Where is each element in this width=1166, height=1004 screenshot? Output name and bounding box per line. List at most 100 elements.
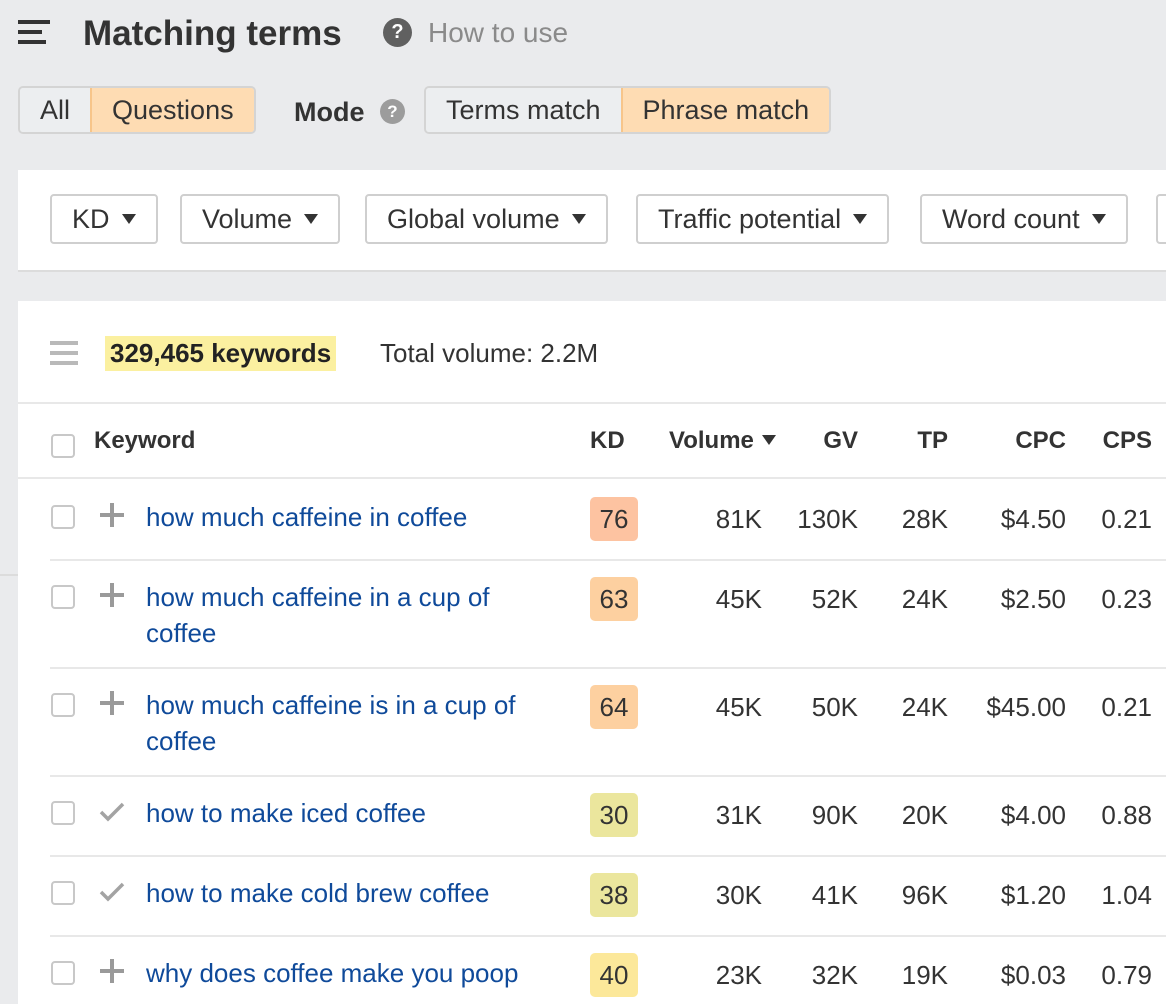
tab-phrase-match[interactable]: Phrase match — [620, 88, 830, 132]
filter-label: Volume — [202, 204, 293, 234]
keyword-link[interactable]: how to make cold brew coffee — [146, 875, 566, 911]
plus-icon[interactable] — [100, 583, 124, 607]
total-volume: Total volume: 2.2M — [380, 338, 599, 368]
cps-cell: 0.88 — [1101, 800, 1152, 830]
caret-down-icon — [1091, 213, 1106, 224]
row-divider — [50, 667, 1166, 669]
filter-traffic-potential[interactable]: Traffic potential — [636, 194, 890, 244]
page-title: Matching terms — [83, 14, 342, 53]
gv-cell: 52K — [811, 584, 858, 614]
cpc-cell: $1.20 — [1000, 880, 1066, 910]
column-header-cps[interactable]: CPS — [1088, 426, 1152, 456]
tp-cell: 96K — [901, 880, 948, 910]
cps-cell: 1.04 — [1101, 880, 1152, 910]
cpc-cell: $0.03 — [1000, 960, 1066, 990]
cps-cell: 0.21 — [1101, 692, 1152, 722]
column-header-tp[interactable]: TP — [888, 426, 948, 456]
volume-cell: 30K — [715, 880, 762, 910]
filter-global-volume[interactable]: Global volume — [365, 194, 608, 244]
how-to-use-link[interactable]: How to use — [428, 14, 568, 52]
volume-cell: 81K — [715, 504, 762, 534]
mode-help-icon[interactable]: ? — [380, 99, 405, 124]
filter-volume[interactable]: Volume — [180, 194, 341, 244]
column-label: Volume — [669, 427, 754, 454]
tp-cell: 28K — [901, 504, 948, 534]
column-header-kd[interactable]: KD — [590, 426, 625, 456]
divider — [18, 402, 1166, 404]
row-checkbox[interactable] — [51, 693, 75, 717]
filter-label: Traffic potential — [658, 204, 842, 234]
plus-icon[interactable] — [100, 959, 124, 983]
volume-cell: 45K — [715, 692, 762, 722]
kd-badge: 40 — [590, 953, 638, 997]
help-icon[interactable]: ? — [383, 18, 412, 47]
row-checkbox[interactable] — [51, 801, 75, 825]
caret-down-icon — [571, 213, 586, 224]
kd-badge: 76 — [590, 497, 638, 541]
gv-cell: 90K — [811, 800, 858, 830]
cps-cell: 0.23 — [1101, 584, 1152, 614]
tp-cell: 24K — [901, 692, 948, 722]
keyword-link[interactable]: how to make iced coffee — [146, 795, 566, 831]
row-checkbox[interactable] — [51, 961, 75, 985]
results-panel: 329,465 keywords Total volume: 2.2M Keyw… — [18, 301, 1166, 1004]
column-header-gv[interactable]: GV — [798, 426, 858, 456]
caret-down-icon — [853, 213, 868, 224]
filter-more[interactable] — [1156, 194, 1166, 244]
keywords-count: 329,465 keywords — [105, 336, 337, 371]
sort-desc-icon — [761, 434, 776, 445]
plus-icon[interactable] — [100, 691, 124, 715]
filter-word-count[interactable]: Word count — [920, 194, 1128, 244]
cpc-cell: $45.00 — [986, 692, 1066, 722]
row-divider — [50, 935, 1166, 937]
mode-tabs: Terms match Phrase match — [424, 86, 832, 134]
row-checkbox[interactable] — [51, 585, 75, 609]
row-divider — [50, 559, 1166, 561]
column-header-keyword[interactable]: Keyword — [94, 426, 195, 456]
cpc-cell: $4.50 — [1000, 504, 1066, 534]
tab-terms-match[interactable]: Terms match — [426, 88, 621, 132]
cps-cell: 0.21 — [1101, 504, 1152, 534]
check-icon[interactable] — [98, 879, 126, 903]
columns-menu-icon[interactable] — [50, 341, 78, 365]
filter-label: KD — [72, 204, 110, 234]
filter-bar: KD Volume Global volume Traffic potentia… — [18, 170, 1166, 272]
mode-label: Mode — [294, 97, 365, 127]
row-checkbox[interactable] — [51, 505, 75, 529]
tp-cell: 24K — [901, 584, 948, 614]
keyword-link[interactable]: how much caffeine in a cup of coffee — [146, 579, 566, 651]
keyword-link[interactable]: why does coffee make you poop — [146, 955, 566, 991]
kd-badge: 30 — [590, 793, 638, 837]
tp-cell: 19K — [901, 960, 948, 990]
column-header-volume[interactable]: Volume — [669, 426, 776, 456]
filter-label: Global volume — [387, 204, 560, 234]
filter-kd[interactable]: KD — [50, 194, 158, 244]
row-divider — [50, 775, 1166, 777]
scope-tabs: All Questions — [18, 86, 256, 134]
menu-icon[interactable] — [18, 20, 52, 46]
volume-cell: 23K — [715, 960, 762, 990]
caret-down-icon — [121, 213, 136, 224]
kd-badge: 38 — [590, 873, 638, 917]
divider — [0, 574, 18, 576]
check-icon[interactable] — [98, 799, 126, 823]
plus-icon[interactable] — [100, 503, 124, 527]
cpc-cell: $2.50 — [1000, 584, 1066, 614]
divider — [18, 477, 1166, 479]
row-checkbox[interactable] — [51, 881, 75, 905]
gv-cell: 50K — [811, 692, 858, 722]
cps-cell: 0.79 — [1101, 960, 1152, 990]
tab-questions[interactable]: Questions — [90, 88, 254, 132]
gv-cell: 41K — [811, 880, 858, 910]
column-header-cpc[interactable]: CPC — [978, 426, 1066, 456]
tab-all[interactable]: All — [20, 88, 91, 132]
cpc-cell: $4.00 — [1000, 800, 1066, 830]
kd-badge: 64 — [590, 685, 638, 729]
kd-badge: 63 — [590, 577, 638, 621]
gv-cell: 32K — [811, 960, 858, 990]
keyword-link[interactable]: how much caffeine is in a cup of coffee — [146, 687, 566, 759]
tp-cell: 20K — [901, 800, 948, 830]
select-all-checkbox[interactable] — [51, 434, 75, 458]
keyword-link[interactable]: how much caffeine in coffee — [146, 499, 566, 535]
caret-down-icon — [304, 213, 319, 224]
